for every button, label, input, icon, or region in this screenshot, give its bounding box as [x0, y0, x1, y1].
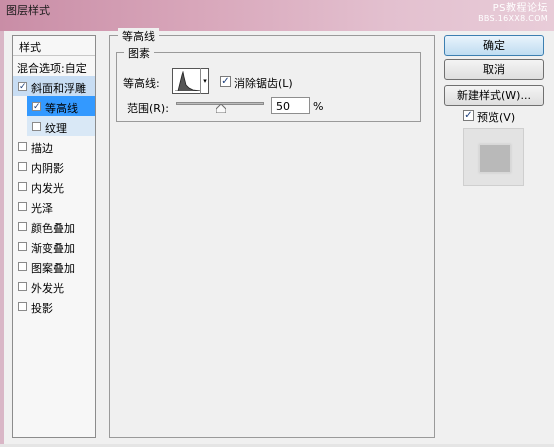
window-title: 图层样式: [6, 4, 50, 17]
style-item-label: 内发光: [31, 182, 64, 195]
watermark-line-2: BBS.16XX8.COM: [478, 14, 548, 23]
preview-checkbox[interactable]: ✓: [463, 110, 474, 121]
style-item-contour[interactable]: ✓ 等高线: [27, 96, 95, 116]
style-item-label: 混合选项:自定: [17, 62, 87, 75]
style-item-label: 等高线: [45, 102, 78, 115]
style-item-label: 渐变叠加: [31, 242, 75, 255]
preview-tile: [479, 144, 511, 173]
subgroup-title: 图素: [124, 45, 154, 61]
antialias-checkbox[interactable]: ✓: [220, 76, 231, 87]
style-item-blending-options[interactable]: 混合选项:自定: [13, 56, 95, 76]
range-unit: %: [313, 100, 324, 113]
gradient-overlay-checkbox[interactable]: [18, 242, 27, 251]
drop-shadow-checkbox[interactable]: [18, 302, 27, 311]
style-item-label: 颜色叠加: [31, 222, 75, 235]
new-style-button[interactable]: 新建样式(W)...: [444, 85, 544, 106]
style-item-color-overlay[interactable]: 颜色叠加: [13, 216, 95, 236]
inner-shadow-checkbox[interactable]: [18, 162, 27, 171]
style-item-texture[interactable]: 纹理: [27, 116, 95, 136]
texture-checkbox[interactable]: [32, 122, 41, 131]
range-label: 范围(R):: [127, 102, 169, 115]
outer-glow-checkbox[interactable]: [18, 282, 27, 291]
style-item-label: 描边: [31, 142, 53, 155]
window-border-left: [0, 31, 4, 447]
style-item-inner-glow[interactable]: 内发光: [13, 176, 95, 196]
contour-label: 等高线:: [123, 77, 160, 90]
style-item-outer-glow[interactable]: 外发光: [13, 276, 95, 296]
pattern-overlay-checkbox[interactable]: [18, 262, 27, 271]
style-item-gradient-overlay[interactable]: 渐变叠加: [13, 236, 95, 256]
style-item-stroke[interactable]: 描边: [13, 136, 95, 156]
cancel-button[interactable]: 取消: [444, 59, 544, 80]
range-input[interactable]: 50: [271, 97, 310, 114]
title-bar[interactable]: 图层样式 PS教程论坛 BBS.16XX8.COM: [0, 0, 554, 31]
watermark-line-1: PS教程论坛: [492, 3, 548, 14]
color-overlay-checkbox[interactable]: [18, 222, 27, 231]
inner-glow-checkbox[interactable]: [18, 182, 27, 191]
style-item-label: 投影: [31, 302, 53, 315]
satin-checkbox[interactable]: [18, 202, 27, 211]
watermark: PS教程论坛 BBS.16XX8.COM: [478, 4, 548, 24]
ok-button[interactable]: 确定: [444, 35, 544, 56]
bevel-emboss-checkbox[interactable]: ✓: [18, 82, 27, 92]
style-item-drop-shadow[interactable]: 投影: [13, 296, 95, 316]
style-item-label: 图案叠加: [31, 262, 75, 275]
contour-dropdown-arrow-icon[interactable]: ▾: [200, 68, 209, 94]
style-item-label: 外发光: [31, 282, 64, 295]
contour-curve-icon: [175, 71, 201, 91]
style-item-pattern-overlay[interactable]: 图案叠加: [13, 256, 95, 276]
stroke-checkbox[interactable]: [18, 142, 27, 151]
style-item-label: 内阴影: [31, 162, 64, 175]
style-item-satin[interactable]: 光泽: [13, 196, 95, 216]
preview-label[interactable]: 预览(V): [477, 109, 515, 125]
range-slider-thumb[interactable]: [216, 104, 226, 113]
style-preview-thumbnail: [463, 128, 524, 186]
contour-checkbox[interactable]: ✓: [32, 102, 41, 112]
style-list: 样式 混合选项:自定 ✓ 斜面和浮雕 ✓ 等高线 纹理 描边 内阴影 内发光 光…: [12, 35, 96, 438]
style-list-header[interactable]: 样式: [13, 36, 95, 56]
antialias-label[interactable]: 消除锯齿(L): [234, 75, 293, 91]
style-list-header-label: 样式: [19, 41, 41, 54]
style-item-inner-shadow[interactable]: 内阴影: [13, 156, 95, 176]
style-item-bevel-emboss[interactable]: ✓ 斜面和浮雕: [13, 76, 95, 96]
style-item-label: 纹理: [45, 122, 67, 135]
range-value: 50: [276, 100, 290, 113]
style-item-label: 光泽: [31, 202, 53, 215]
style-item-label: 斜面和浮雕: [31, 82, 86, 95]
group-title: 等高线: [118, 28, 159, 44]
